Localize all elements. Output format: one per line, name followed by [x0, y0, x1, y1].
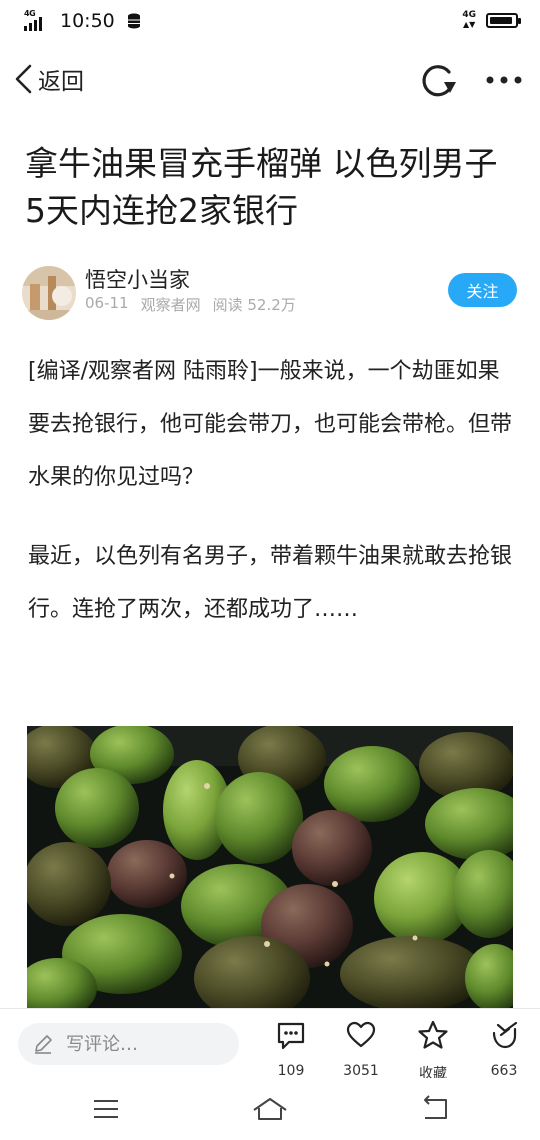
article-screen: 4G 10:50 4G ▲▼ 返回 拿牛油果冒充手榴弹 以色列男子5天内连抢2家… — [0, 0, 540, 1140]
system-nav-bar — [0, 1078, 540, 1140]
back-label: 返回 — [38, 69, 84, 95]
status-right: 4G ▲▼ — [462, 10, 521, 30]
heart-icon — [346, 1021, 376, 1048]
follow-button[interactable]: 关注 — [448, 273, 517, 307]
back-arrow-icon — [424, 1095, 447, 1119]
network-type-label-right: 4G — [462, 10, 476, 20]
like-button[interactable]: 3051 — [331, 1017, 391, 1079]
menu-lines-icon — [94, 1100, 118, 1118]
status-time: 10:50 — [60, 10, 115, 32]
comments-count: 109 — [277, 1063, 305, 1079]
article-paragraph: 最近，以色列有名男子，带着颗牛油果就敢去抢银行。连抢了两次，还都成功了…… — [28, 544, 513, 622]
refresh-icon — [422, 65, 456, 97]
status-left: 4G 10:50 — [24, 9, 141, 32]
avatar-image — [22, 266, 76, 320]
system-back-button[interactable] — [415, 1094, 455, 1124]
refresh-button[interactable] — [418, 60, 458, 100]
more-dots-icon — [486, 76, 522, 84]
share-count: 663 — [490, 1063, 518, 1079]
nav-bar: 返回 — [0, 52, 540, 108]
article-image-avocados[interactable] — [27, 726, 513, 1008]
comment-input[interactable] — [18, 1023, 239, 1065]
comment-bubble-icon — [277, 1022, 305, 1050]
share-button[interactable]: 663 — [474, 1017, 534, 1079]
read-count: 阅读 52.2万 — [212, 296, 296, 314]
home-icon — [253, 1098, 287, 1120]
status-bar: 4G 10:50 4G ▲▼ — [0, 0, 540, 44]
avocado-photo — [27, 726, 513, 1008]
star-icon — [418, 1020, 448, 1049]
likes-count: 3051 — [343, 1063, 379, 1079]
back-button[interactable]: 返回 — [12, 62, 84, 96]
signal-icon: 4G — [24, 9, 50, 31]
battery-icon — [486, 12, 521, 28]
comments-button[interactable]: 109 — [261, 1017, 321, 1079]
bottom-action-bar: 109 3051 收藏 663 — [0, 1008, 540, 1082]
network-indicator: 4G ▲▼ — [462, 10, 476, 30]
storage-icon — [127, 13, 140, 29]
article-title: 拿牛油果冒充手榴弹 以色列男子5天内连抢2家银行 — [25, 144, 498, 230]
chevron-left-icon — [15, 64, 32, 94]
more-button[interactable] — [484, 60, 524, 100]
favorite-button[interactable]: 收藏 — [403, 1017, 463, 1082]
author-avatar[interactable] — [22, 266, 76, 320]
home-button[interactable] — [250, 1094, 290, 1124]
article-meta: 06-11 观察者网 阅读 52.2万 — [85, 294, 296, 315]
recent-apps-button[interactable] — [86, 1094, 126, 1124]
article-paragraph: [编译/观察者网 陆雨聆]一般来说，一个劫匪如果要去抢银行，他可能会带刀，也可能… — [28, 359, 513, 490]
author-name[interactable]: 悟空小当家 — [85, 264, 190, 294]
publish-date: 06-11 — [85, 294, 129, 312]
share-icon — [492, 1021, 518, 1049]
source-name: 观察者网 — [140, 296, 201, 314]
